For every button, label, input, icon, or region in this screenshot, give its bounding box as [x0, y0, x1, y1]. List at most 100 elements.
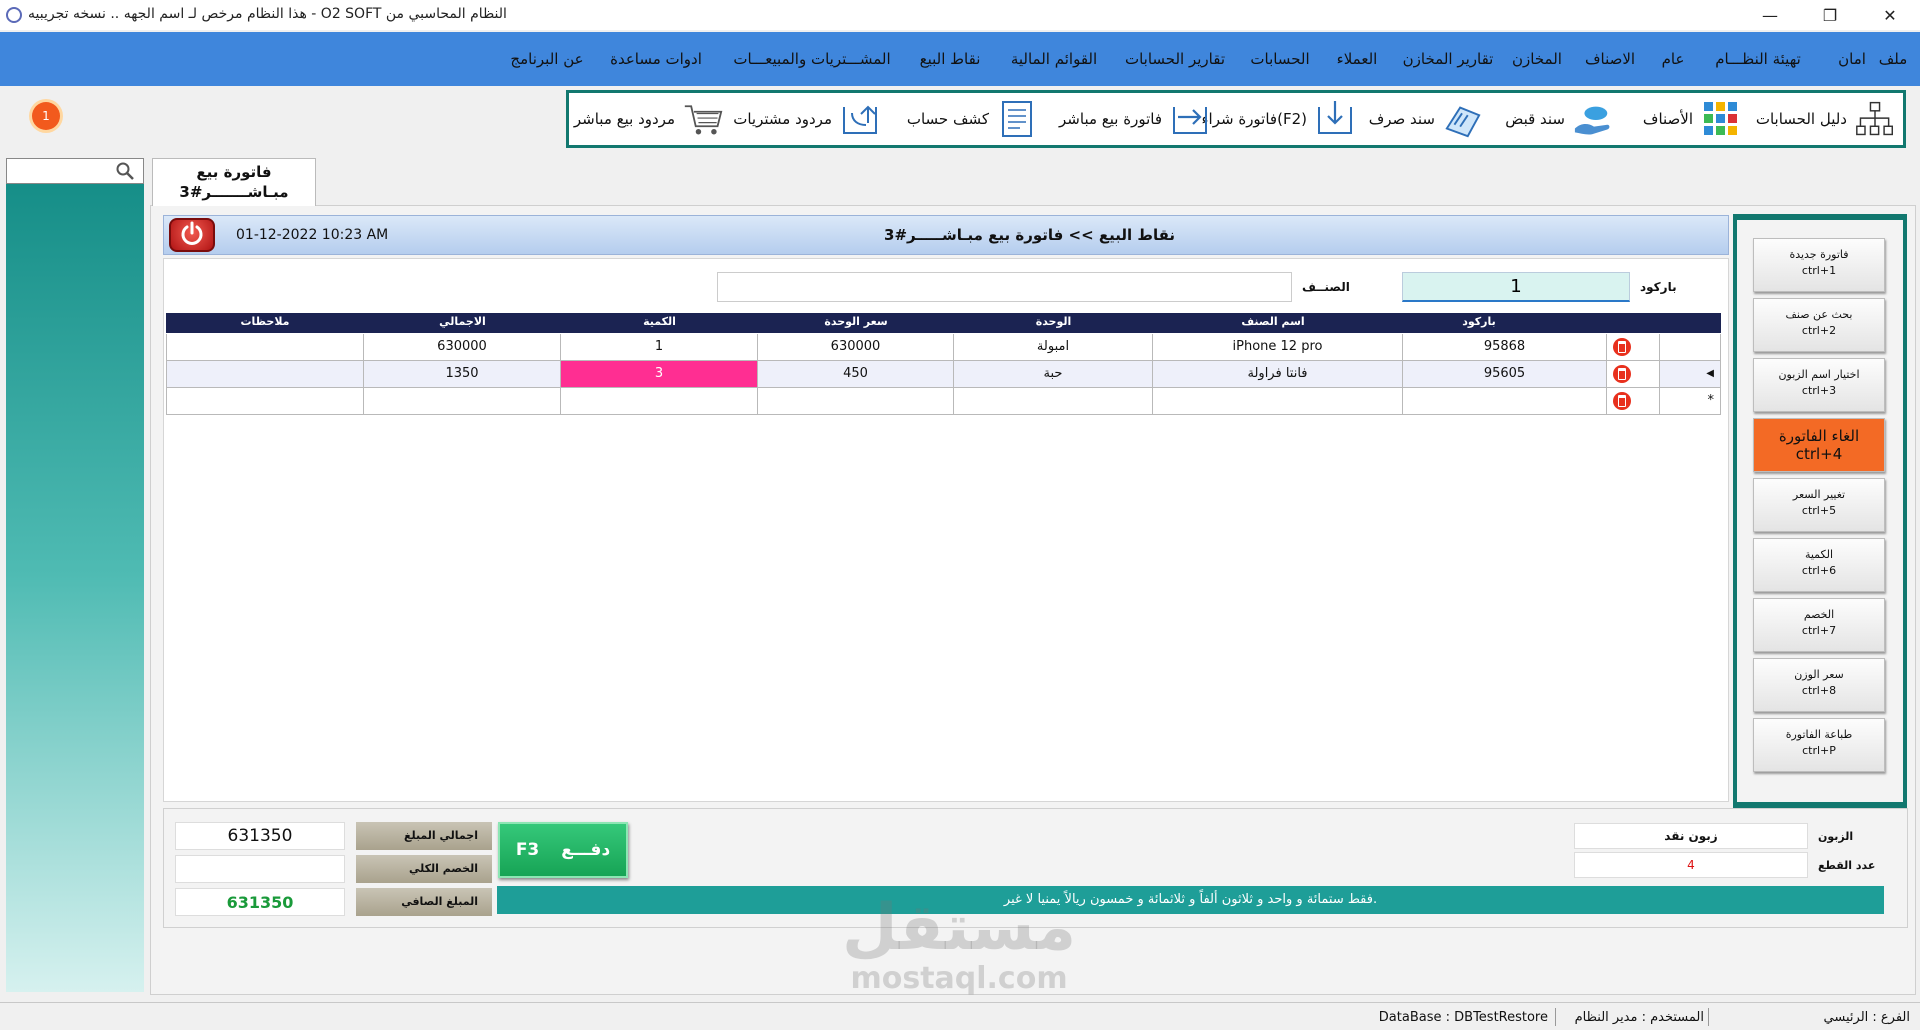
cell-barcode[interactable]: 95868 — [1403, 334, 1607, 361]
cell-notes[interactable] — [166, 388, 364, 415]
toolbar-direct-sales-invoice-button[interactable]: فاتورة بيع مباشر — [1059, 93, 1210, 145]
cell-barcode[interactable]: 95605 — [1403, 361, 1607, 388]
cell-qty[interactable]: 1 — [561, 334, 758, 361]
total-discount-label: الخصم الكلي — [356, 855, 492, 883]
cell-unit[interactable]: حبة — [954, 361, 1153, 388]
net-amount-value: 631350 — [175, 888, 345, 916]
toolbar-items-button[interactable]: الأصناف — [1643, 93, 1741, 145]
new-invoice-button[interactable]: فاتورة جديدة ctrl+1 — [1753, 238, 1885, 292]
discount-button[interactable]: الخصم ctrl+7 — [1753, 598, 1885, 652]
row-marker[interactable] — [1660, 334, 1721, 361]
cancel-invoice-button[interactable]: الغاء الفاتورة ctrl+4 — [1753, 418, 1885, 472]
col-header-notes[interactable]: ملاحظات — [166, 315, 364, 328]
menu-about[interactable]: عن البرنامج — [510, 50, 583, 68]
cell-qty[interactable] — [561, 388, 758, 415]
menu-system-setup[interactable]: تهيئة النظـــام — [1715, 50, 1801, 68]
cell-barcode[interactable] — [1403, 388, 1607, 415]
menu-general[interactable]: عام — [1662, 50, 1685, 68]
menu-items[interactable]: الاصناف — [1585, 50, 1635, 68]
toolbar-purchase-invoice-button[interactable]: فاتورة شراء(F2) — [1202, 93, 1356, 145]
menu-pos[interactable]: نقاط البيع — [920, 50, 981, 68]
row-marker[interactable]: ◀ — [1660, 361, 1721, 388]
notification-count-badge: 1 — [32, 102, 60, 130]
delete-cell[interactable] — [1607, 388, 1660, 415]
menu-purchases-sales[interactable]: المشـــتريات والمبيعـــات — [733, 50, 890, 68]
cell-item-name[interactable]: فانتا فراولة — [1153, 361, 1403, 388]
status-user: المستخدم : مدير النظام — [1574, 1010, 1704, 1025]
category-label: الصنــف — [1302, 280, 1350, 294]
close-button[interactable]: ✕ — [1860, 0, 1920, 30]
close-invoice-power-button[interactable] — [169, 218, 215, 252]
row-marker[interactable]: * — [1660, 388, 1721, 415]
menu-account-reports[interactable]: تقارير الحسابات — [1125, 50, 1225, 68]
cell-qty-selected[interactable]: 3 — [561, 361, 758, 388]
cell-unit-price[interactable] — [758, 388, 954, 415]
invoice-header: 01-12-2022 10:23 AM نقاط البيع >> فاتورة… — [163, 215, 1729, 255]
choose-customer-button[interactable]: اختيار اسم الزبون ctrl+3 — [1753, 358, 1885, 412]
col-header-qty[interactable]: الكمية — [561, 315, 758, 328]
quantity-button[interactable]: الكمية ctrl+6 — [1753, 538, 1885, 592]
pay-label: دفـــع — [561, 840, 611, 860]
col-header-unit[interactable]: الوحدة — [954, 315, 1153, 328]
change-price-button[interactable]: تغيير السعر ctrl+5 — [1753, 478, 1885, 532]
toolbar-chart-of-accounts-button[interactable]: دليل الحسابات — [1756, 93, 1895, 145]
menu-customers[interactable]: العملاء — [1337, 50, 1378, 68]
print-invoice-button[interactable]: طباعة الفاتورة ctrl+P — [1753, 718, 1885, 772]
pay-key: F3 — [515, 840, 540, 860]
menu-file[interactable]: ملف — [1879, 50, 1908, 68]
col-header-unit-price[interactable]: سعر الوحدة — [758, 315, 954, 328]
minimize-button[interactable]: — — [1740, 0, 1800, 30]
menu-tools[interactable]: ادوات مساعدة — [610, 50, 702, 68]
cell-item-name[interactable] — [1153, 388, 1403, 415]
weight-price-button[interactable]: سعر الوزن ctrl+8 — [1753, 658, 1885, 712]
table-row[interactable]: ◀ 95605 فانتا فراولة حبة 450 3 1350 — [166, 361, 1721, 388]
menu-accounts[interactable]: الحسابات — [1250, 50, 1309, 68]
delete-row-icon[interactable] — [1613, 338, 1631, 356]
total-discount-value[interactable] — [175, 855, 345, 883]
invoice-title: نقاط البيع >> فاتورة بيع مبـاشـــــر#3 — [884, 226, 1176, 244]
search-item-button[interactable]: بحث عن صنف ctrl+2 — [1753, 298, 1885, 352]
delete-cell[interactable] — [1607, 334, 1660, 361]
pay-button[interactable]: F3 دفـــع — [498, 822, 628, 878]
search-icon[interactable] — [115, 162, 135, 184]
toolbar-account-statement-button[interactable]: كشف حساب — [907, 93, 1037, 145]
category-input[interactable] — [717, 272, 1292, 302]
restore-button[interactable]: ❐ — [1800, 0, 1860, 30]
cell-unit[interactable] — [954, 388, 1153, 415]
menu-stores[interactable]: المخازن — [1512, 50, 1562, 68]
cell-unit[interactable]: امبولة — [954, 334, 1153, 361]
left-search-input[interactable] — [6, 158, 144, 184]
items-grid-header: باركود اسم الصنف الوحدة سعر الوحدة الكمي… — [166, 313, 1721, 333]
menu-security[interactable]: امان — [1838, 50, 1866, 68]
cell-notes[interactable] — [166, 361, 364, 388]
cell-item-name[interactable]: iPhone 12 pro — [1153, 334, 1403, 361]
col-header-item-name[interactable]: اسم الصنف — [1153, 315, 1393, 328]
cell-total[interactable] — [364, 388, 561, 415]
delete-cell[interactable] — [1607, 361, 1660, 388]
payment-note-icon — [1443, 99, 1483, 139]
cell-notes[interactable] — [166, 334, 364, 361]
toolbar-direct-sales-returns-button[interactable]: مردود بيع مباشر — [574, 93, 723, 145]
cell-total[interactable]: 1350 — [364, 361, 561, 388]
cell-total[interactable]: 630000 — [364, 334, 561, 361]
barcode-input[interactable] — [1402, 272, 1630, 302]
table-row-new[interactable]: * — [166, 388, 1721, 415]
col-header-total[interactable]: الاجمالي — [364, 315, 561, 328]
customer-value[interactable]: زبون نقد — [1574, 823, 1808, 849]
menu-store-reports[interactable]: تقارير المخازن — [1403, 50, 1494, 68]
toolbar-payment-voucher-button[interactable]: سند صرف — [1369, 93, 1483, 145]
delete-row-icon[interactable] — [1613, 365, 1631, 383]
toolbar-purchase-returns-button[interactable]: مردود مشتريات — [733, 93, 880, 145]
total-amount-label: اجمالي المبلغ — [356, 822, 492, 850]
tab-direct-sales-invoice[interactable]: فاتورة بيع مبـاشـــــــر#3 — [152, 158, 316, 206]
cell-unit-price[interactable]: 450 — [758, 361, 954, 388]
col-header-barcode[interactable]: باركود — [1393, 315, 1565, 328]
menu-financial-statements[interactable]: القوائم المالية — [1011, 50, 1097, 68]
cell-unit-price[interactable]: 630000 — [758, 334, 954, 361]
toolbar-receipt-voucher-button[interactable]: سند قبض — [1505, 93, 1613, 145]
table-row[interactable]: 95868 iPhone 12 pro امبولة 630000 1 6300… — [166, 334, 1721, 361]
delete-row-icon[interactable] — [1613, 392, 1631, 410]
notifications-bell-icon[interactable]: 1 — [24, 98, 64, 136]
pieces-count-value: 4 — [1574, 852, 1808, 878]
toolbar: دليل الحسابات الأصناف سند قبض سند صرف فا… — [566, 90, 1906, 148]
